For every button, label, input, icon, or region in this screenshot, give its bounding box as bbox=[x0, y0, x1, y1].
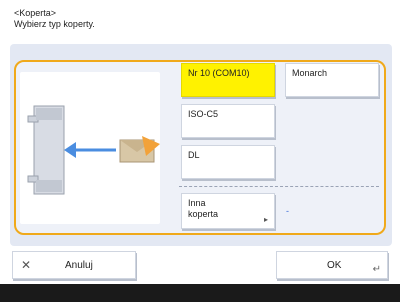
envelope-iso-c5-label: ISO-C5 bbox=[188, 109, 219, 119]
close-icon: ✕ bbox=[21, 258, 32, 272]
footer-bar bbox=[0, 284, 400, 302]
screen-title: <Koperta> bbox=[14, 8, 57, 18]
enter-arrow-icon: ↵ bbox=[372, 264, 381, 275]
ok-label: OK bbox=[327, 260, 342, 271]
envelope-dl-button[interactable]: DL bbox=[181, 145, 275, 179]
envelope-other-label-line2: koperta bbox=[188, 209, 219, 219]
envelope-com10-label: Nr 10 (COM10) bbox=[188, 68, 250, 78]
envelope-other-value: - bbox=[286, 206, 289, 216]
cancel-button[interactable]: ✕ Anuluj bbox=[12, 251, 136, 279]
ok-button[interactable]: OK ↵ bbox=[276, 251, 388, 279]
envelope-monarch-label: Monarch bbox=[292, 68, 328, 78]
cancel-label: Anuluj bbox=[65, 260, 93, 271]
screen-subtitle: Wybierz typ koperty. bbox=[14, 19, 95, 29]
envelope-dl-label: DL bbox=[188, 150, 200, 160]
envelope-monarch-button[interactable]: Monarch bbox=[285, 63, 379, 97]
envelope-other-label-line1: Inna bbox=[188, 198, 206, 208]
chevron-right-icon: ▸ bbox=[263, 215, 268, 224]
envelope-iso-c5-button[interactable]: ISO-C5 bbox=[181, 104, 275, 138]
options-divider bbox=[179, 186, 379, 187]
envelope-other-button[interactable]: Inna koperta ▸ bbox=[181, 193, 275, 229]
feed-diagram-icon bbox=[27, 105, 160, 195]
screen-header: <Koperta> Wybierz typ koperty. bbox=[14, 8, 95, 30]
envelope-com10-button[interactable]: Nr 10 (COM10) bbox=[181, 63, 275, 97]
envelope-illustration bbox=[20, 72, 160, 224]
